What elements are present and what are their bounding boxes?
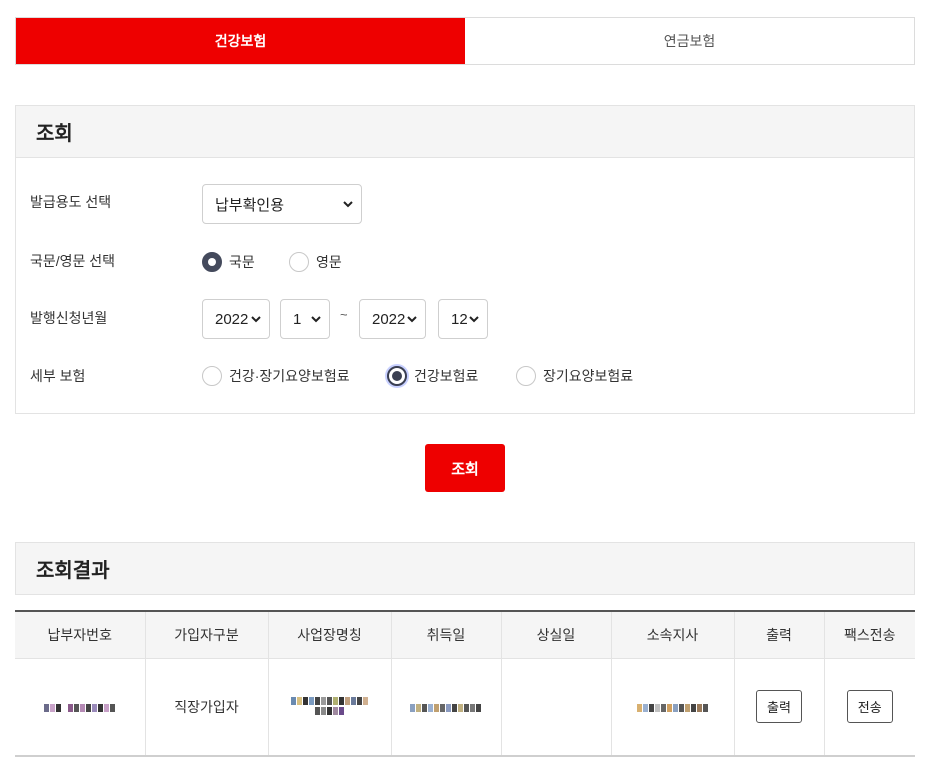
from-month-select[interactable]: 1: [280, 299, 330, 339]
to-year-value: 2022: [372, 310, 406, 328]
radio-health-longterm-label: 건강·장기요양보험료: [229, 368, 350, 384]
cell-subscriber-type: 직장가입자: [144, 658, 268, 757]
radio-english-label: 영문: [316, 254, 342, 270]
chevron-down-icon: [343, 201, 353, 208]
fax-send-button[interactable]: 전송: [846, 690, 893, 724]
insurance-tabs: 건강보험 연금보험: [15, 17, 915, 65]
search-button[interactable]: 조회: [425, 444, 505, 492]
chevron-down-icon: [407, 316, 417, 323]
col-payer-no: 납부자번호: [15, 610, 145, 659]
cell-print: 출력: [733, 658, 824, 757]
radio-unselected-icon: [202, 366, 222, 386]
to-month-select[interactable]: 12: [438, 299, 488, 339]
cell-acquired-redacted: [390, 658, 501, 757]
cell-lost: [500, 658, 611, 757]
tab-pension-insurance[interactable]: 연금보험: [465, 18, 914, 64]
radio-selected-icon: [202, 252, 222, 272]
redacted-mosaic: [43, 699, 116, 715]
purpose-select-value: 납부확인용: [215, 196, 285, 214]
radio-unselected-icon: [289, 252, 309, 272]
col-workplace: 사업장명칭: [267, 610, 391, 659]
table-row: 직장가입자 출력 전송: [15, 658, 915, 757]
radio-health-label: 건강보험료: [414, 368, 479, 384]
chevron-down-icon: [311, 316, 321, 323]
chevron-down-icon: [251, 316, 261, 323]
cell-fax: 전송: [823, 658, 915, 757]
tab-health-insurance[interactable]: 건강보험: [16, 18, 465, 64]
to-year-select[interactable]: 2022: [359, 299, 426, 339]
results-panel-title: 조회결과: [15, 542, 915, 595]
radio-korean-label: 국문: [229, 254, 255, 270]
from-month-value: 1: [293, 310, 302, 328]
chevron-down-icon: [469, 316, 479, 323]
from-year-select[interactable]: 2022: [202, 299, 270, 339]
purpose-select[interactable]: 납부확인용: [202, 184, 362, 224]
table-header-row: 납부자번호 가입자구분 사업장명칭 취득일 상실일 소속지사 출력 팩스전송: [15, 610, 915, 659]
redacted-mosaic: [636, 699, 709, 715]
col-lost: 상실일: [500, 610, 611, 659]
col-fax: 팩스전송: [823, 610, 915, 659]
radio-selected-icon: [387, 366, 407, 386]
language-row: 국문/영문 선택: [30, 251, 115, 271]
radio-longterm[interactable]: 장기요양보험료: [516, 366, 633, 386]
from-year-value: 2022: [215, 310, 249, 328]
print-button[interactable]: 출력: [756, 690, 802, 724]
radio-longterm-label: 장기요양보험료: [543, 368, 634, 384]
radio-unselected-icon: [516, 366, 536, 386]
cell-branch-redacted: [610, 658, 734, 757]
col-print: 출력: [733, 610, 824, 659]
radio-korean[interactable]: 국문: [202, 252, 255, 272]
radio-health[interactable]: 건강보험료: [387, 366, 478, 386]
insurance-row: 세부 보험: [30, 366, 85, 386]
cell-payer-no-redacted: [15, 658, 145, 757]
cell-workplace-redacted: [267, 658, 391, 757]
col-subscriber-type: 가입자구분: [144, 610, 268, 659]
redacted-mosaic: [410, 699, 482, 715]
to-month-value: 12: [451, 310, 468, 328]
period-row: 발행신청년월: [30, 308, 107, 328]
insurance-label: 세부 보험: [30, 368, 86, 384]
radio-health-longterm[interactable]: 건강·장기요양보험료: [202, 366, 350, 386]
col-acquired: 취득일: [390, 610, 501, 659]
col-branch: 소속지사: [610, 610, 734, 659]
language-label: 국문/영문 선택: [30, 253, 116, 269]
radio-english[interactable]: 영문: [289, 252, 342, 272]
purpose-row: 발급용도 선택: [30, 192, 111, 212]
redacted-mosaic: [290, 695, 370, 716]
period-label: 발행신청년월: [30, 310, 108, 326]
results-table: 납부자번호 가입자구분 사업장명칭 취득일 상실일 소속지사 출력 팩스전송 직…: [15, 610, 915, 757]
purpose-label: 발급용도 선택: [30, 194, 112, 210]
search-panel-title: 조회: [15, 105, 915, 158]
period-separator: ~: [340, 307, 348, 322]
